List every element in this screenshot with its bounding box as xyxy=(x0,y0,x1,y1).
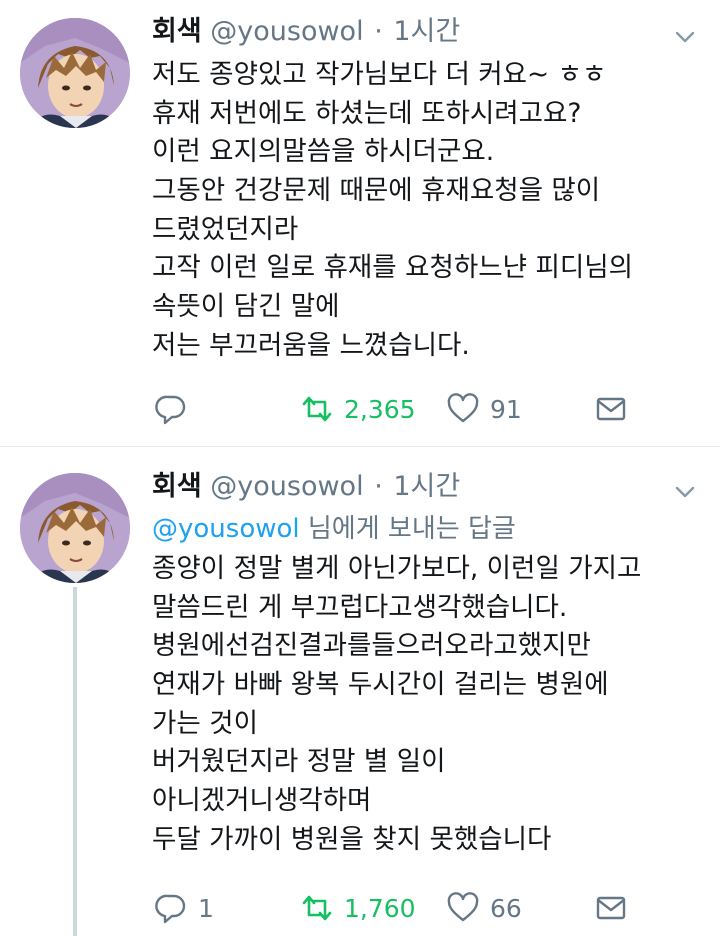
tweet-text-line: 두달 가까이 병원을 찾지 못했습니다 xyxy=(152,823,552,855)
reply-icon xyxy=(155,894,186,924)
tweet-text-line: 연재가 바빠 왕복 두시간이 걸리는 병원에 xyxy=(152,669,609,701)
tweet-text-line: 그동안 건강문제 때문에 휴재요청을 많이 xyxy=(152,175,601,207)
tweet-text-line: 가는 것이 xyxy=(152,707,258,739)
retweet-icon xyxy=(302,396,332,422)
separator: · xyxy=(374,16,383,47)
tweet-text-line: 이런 요지의말씀을 하시더군요. xyxy=(152,136,495,168)
retweet-icon xyxy=(302,895,332,921)
tweet-text-line: 저도 종양있고 작가님보다 더 커요~ ㅎㅎ xyxy=(152,59,607,90)
like-icon xyxy=(447,892,479,922)
tweet-text: 종양이 정말 별게 아닌가보다, 이런일 가지고 말씀드린 게 부끄럽다고생각했… xyxy=(152,550,697,860)
direct-message-button[interactable] xyxy=(594,389,628,429)
tweet-text-line: 말씀드린 게 부끄럽다고생각했습니다. xyxy=(152,591,568,623)
tweet[interactable]: 회색 @yousowol · 1시간 저도 종양있고 작가님보다 더 커요~ ㅎ… xyxy=(0,0,720,446)
retweet-count: 1,760 xyxy=(344,893,416,923)
tweet-text-line: 아니겠거니생각하며 xyxy=(152,785,372,817)
reply-icon xyxy=(155,395,186,425)
chevron-down-icon[interactable] xyxy=(674,481,696,503)
tweet-text-line: 속뜻이 담긴 말에 xyxy=(152,291,340,323)
avatar[interactable] xyxy=(20,473,130,583)
timestamp[interactable]: 1시간 xyxy=(393,471,460,502)
replying-suffix: 님에게 보내는 답글 xyxy=(299,514,516,544)
replying-mention-link[interactable]: @yousowol xyxy=(152,514,300,544)
tweet-text: 저도 종양있고 작가님보다 더 커요~ ㅎㅎ 휴재 저번에도 하셨는데 또하시려… xyxy=(152,56,697,366)
tweet-text-line: 저는 부끄러움을 느꼈습니다. xyxy=(152,329,470,361)
like-icon xyxy=(447,393,479,423)
replying-to: @yousowol 님에게 보내는 답글 xyxy=(152,511,516,547)
tweet-text-line: 병원에선검진결과를들으러오라고했지만 xyxy=(152,630,591,662)
direct-message-icon xyxy=(596,896,626,920)
timestamp[interactable]: 1시간 xyxy=(393,16,460,47)
like-button[interactable]: 66 xyxy=(446,888,522,928)
tweet-actions: 1 1,760 66 xyxy=(150,888,640,928)
reply-button[interactable]: 1 xyxy=(154,888,214,928)
retweet-button[interactable]: 1,760 xyxy=(300,888,416,928)
like-count: 91 xyxy=(490,394,522,424)
retweet-button[interactable]: 2,365 xyxy=(300,389,416,429)
direct-message-icon xyxy=(596,397,626,421)
retweet-count: 2,365 xyxy=(344,394,416,424)
display-name[interactable]: 회색 xyxy=(152,16,202,47)
reply-button[interactable] xyxy=(154,389,198,429)
reply-count: 1 xyxy=(198,893,214,923)
chevron-down-icon[interactable] xyxy=(674,26,696,48)
tweet-text-line: 고작 이런 일로 휴재를 요청하느냔 피디님의 xyxy=(152,252,633,284)
avatar-illustration xyxy=(20,18,130,128)
like-count: 66 xyxy=(490,893,522,923)
tweet-header: 회색 @yousowol · 1시간 xyxy=(152,14,460,50)
tweet-header: 회색 @yousowol · 1시간 xyxy=(152,469,460,505)
user-handle[interactable]: @yousowol xyxy=(210,16,363,47)
tweet-text-line: 종양이 정말 별게 아닌가보다, 이런일 가지고 xyxy=(152,553,642,584)
tweet-text-line: 드렸었던지라 xyxy=(152,213,299,245)
tweet-actions: 2,365 91 xyxy=(150,389,640,429)
tweet-text-line: 휴재 저번에도 하셨는데 또하시려고요? xyxy=(152,97,582,129)
separator: · xyxy=(374,471,383,502)
display-name[interactable]: 회색 xyxy=(152,471,202,502)
tweet[interactable]: 회색 @yousowol · 1시간 @yousowol 님에게 보내는 답글 … xyxy=(0,447,720,936)
direct-message-button[interactable] xyxy=(594,888,628,928)
avatar[interactable] xyxy=(20,18,130,128)
tweet-text-line: 버거웠던지라 정말 별 일이 xyxy=(152,746,446,778)
user-handle[interactable]: @yousowol xyxy=(210,471,363,502)
like-button[interactable]: 91 xyxy=(446,389,522,429)
thread-line xyxy=(73,587,77,936)
avatar-illustration xyxy=(20,473,130,583)
